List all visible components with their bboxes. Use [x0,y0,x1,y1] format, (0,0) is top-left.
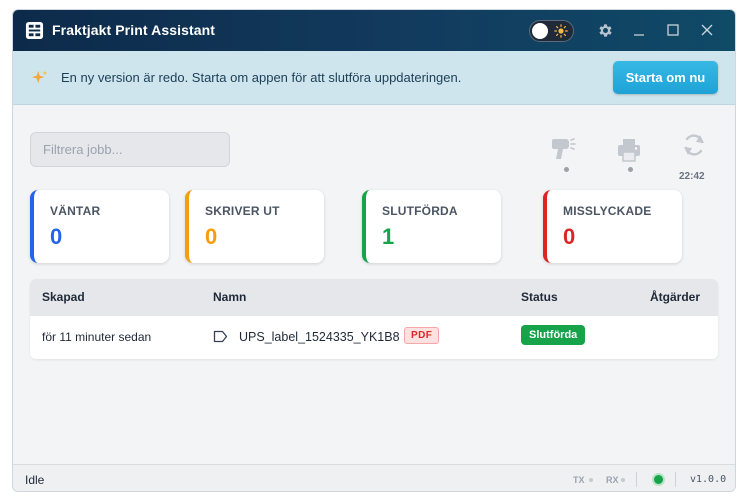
restart-now-button[interactable]: Starta om nu [613,61,718,94]
gear-icon[interactable] [597,22,614,39]
sun-icon [554,24,568,38]
divider [675,472,676,487]
printer-icon[interactable] [615,136,643,164]
stat-value: 0 [563,224,576,249]
filter-jobs-input[interactable] [30,132,230,167]
app-version: v1.0.0 [690,474,727,485]
stat-card-failed[interactable]: MISSLYCKADE 0 [543,190,682,263]
label-tag-icon [213,330,228,343]
app-window: Fraktjakt Print Assistant En ny version … [12,9,736,492]
column-header-created[interactable]: Skapad [42,290,85,304]
update-banner: En ny version är redo. Starta om appen f… [13,51,735,105]
last-sync-time: 22:42 [679,171,705,182]
stat-label: SKRIVER UT [205,204,280,218]
column-header-status[interactable]: Status [521,290,558,304]
stat-value: 0 [205,224,218,249]
stat-label: MISSLYCKADE [563,204,652,218]
status-bar: Idle TX RX v1.0.0 [13,464,735,491]
close-icon[interactable] [698,21,716,39]
stat-label: VÄNTAR [50,204,101,218]
tx-label: TX [573,475,585,485]
stat-value: 0 [50,224,63,249]
stat-card-waiting[interactable]: VÄNTAR 0 [30,190,169,263]
connection-indicator [654,475,663,484]
barcode-scanner-icon[interactable] [550,135,578,163]
minimize-icon[interactable] [630,21,648,39]
table-row[interactable]: för 11 minuter sedan UPS_label_1524335_Y… [30,316,718,359]
sparkle-icon [31,70,48,84]
rx-label: RX [606,475,619,485]
jobs-table: Skapad Namn Status Åtgärder för 11 minut… [30,279,718,359]
stat-label: SLUTFÖRDA [382,204,458,218]
tx-indicator [589,478,593,482]
maximize-icon[interactable] [664,21,682,39]
refresh-icon[interactable] [680,131,708,159]
stat-value: 1 [382,224,395,249]
stat-card-completed[interactable]: SLUTFÖRDA 1 [362,190,501,263]
rx-indicator [621,478,625,482]
file-type-badge: PDF [404,327,440,344]
theme-toggle[interactable] [529,20,574,42]
divider [636,472,637,487]
app-logo-icon [25,21,44,40]
theme-toggle-knob [532,23,548,39]
window-title: Fraktjakt Print Assistant [52,22,216,38]
update-message: En ny version är redo. Starta om appen f… [61,70,462,85]
title-bar[interactable]: Fraktjakt Print Assistant [13,10,735,51]
app-state: Idle [25,473,45,487]
job-name: UPS_label_1524335_YK1B8 [239,330,400,344]
stat-card-printing[interactable]: SKRIVER UT 0 [185,190,324,263]
column-header-actions: Åtgärder [650,290,701,304]
column-header-name[interactable]: Namn [213,290,246,304]
job-created: för 11 minuter sedan [42,330,152,344]
status-badge: Slutförda [521,325,586,345]
printer-status-dot [628,167,633,172]
table-header: Skapad Namn Status Åtgärder [30,279,718,316]
scanner-status-dot [564,167,569,172]
